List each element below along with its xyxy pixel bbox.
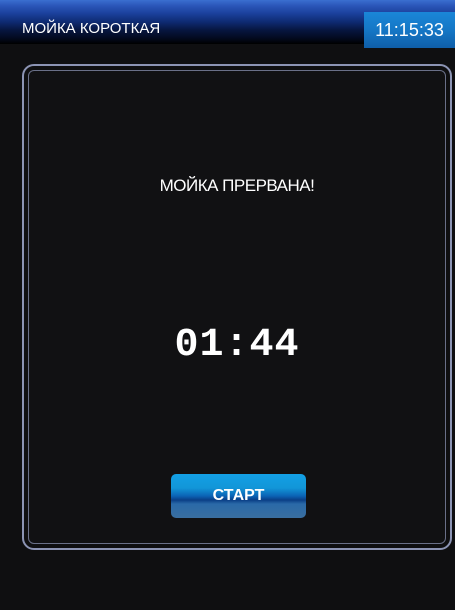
main-panel bbox=[28, 70, 446, 544]
countdown-timer: 01:44 bbox=[174, 323, 300, 368]
screen: МОЙКА КОРОТКАЯ 11:15:33 МОЙКА ПРЕРВАНА! … bbox=[0, 0, 455, 610]
status-message: МОЙКА ПРЕРВАНА! bbox=[159, 176, 315, 195]
program-title: МОЙКА КОРОТКАЯ bbox=[22, 20, 161, 37]
start-button[interactable]: СТАРТ bbox=[171, 474, 306, 518]
clock-time: 11:15:33 bbox=[375, 20, 444, 40]
start-button-label: СТАРТ bbox=[212, 487, 265, 504]
clock: 11:15:33 bbox=[364, 12, 455, 48]
